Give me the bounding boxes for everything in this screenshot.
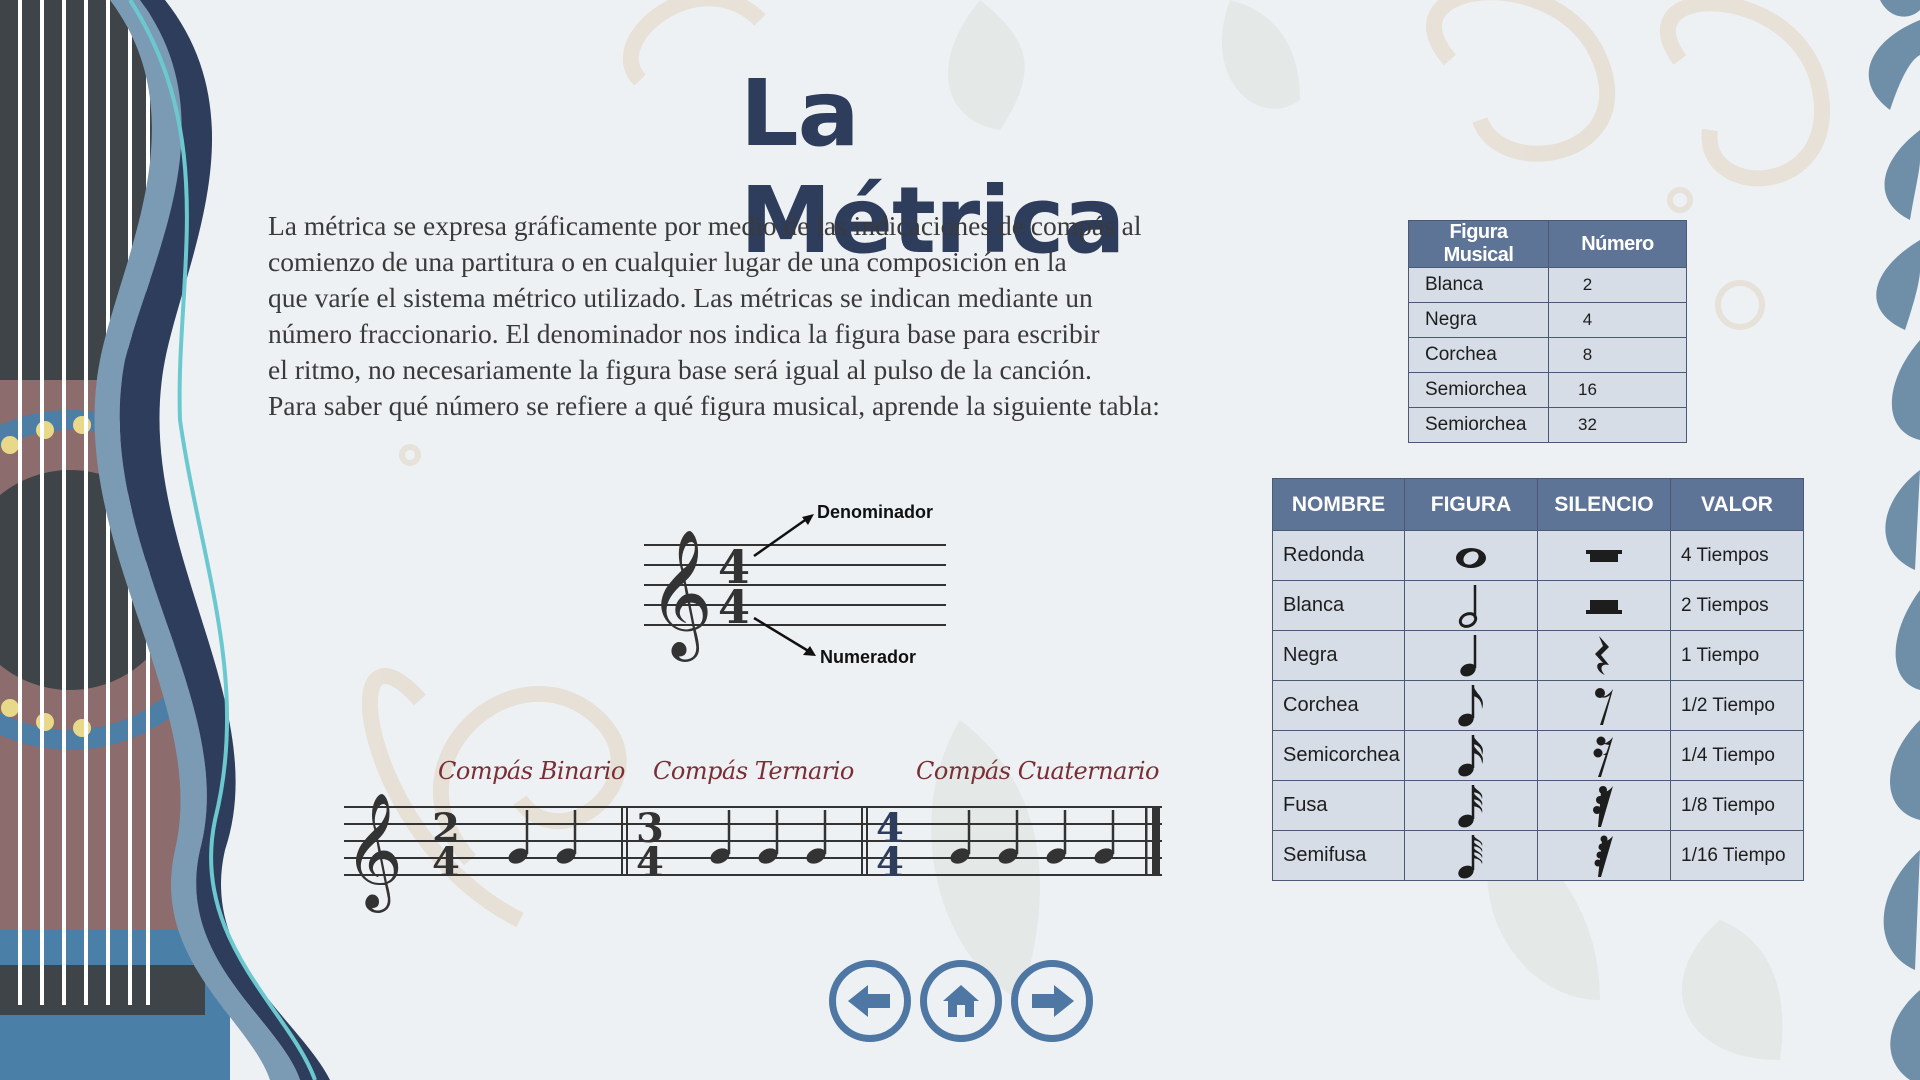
time-signature-diagram: 𝄞 4 4 — [644, 514, 946, 662]
table-row: Redonda 4 Tiempos — [1272, 530, 1804, 581]
next-button[interactable] — [1011, 960, 1093, 1042]
column-header: Número — [1548, 220, 1687, 268]
thirtysecond-rest-icon — [1593, 785, 1613, 827]
intro-line: el ritmo, no necesariamente la figura ba… — [268, 354, 1092, 385]
figure-name-cell: Negra — [1408, 302, 1549, 338]
intro-line: número fraccionario. El denominador nos … — [268, 318, 1100, 349]
note-name-cell: Fusa — [1272, 780, 1405, 831]
table-row: Blanca 2 Tiempos — [1272, 580, 1804, 631]
intro-line: Para saber qué número se refiere a qué f… — [268, 390, 1160, 421]
number-cell: 32 — [1548, 407, 1687, 443]
half-note-icon — [1458, 584, 1478, 628]
previous-button[interactable] — [829, 960, 911, 1042]
value-cell: 1/8 Tiempo — [1670, 780, 1804, 831]
value-cell: 2 Tiempos — [1670, 580, 1804, 631]
table-row: Corchea 8 — [1408, 337, 1687, 373]
note-name-cell: Redonda — [1272, 530, 1405, 581]
note-name-cell: Semifusa — [1272, 830, 1405, 881]
value-cell: 4 Tiempos — [1670, 530, 1804, 581]
number-cell: 4 — [1548, 302, 1687, 338]
figure-number-table: Figura Musical Número Blanca 2 Negra 4 C… — [1408, 220, 1687, 443]
quarter-note-icon — [1460, 634, 1477, 676]
intro-line: que varíe el sistema métrico utilizado. … — [268, 282, 1093, 313]
time-signature-bottom: 4 — [876, 839, 904, 886]
table-row: Semicorchea 1/4 Tiempo — [1272, 730, 1804, 781]
number-cell: 2 — [1548, 267, 1687, 303]
table-row: Negra 4 — [1408, 302, 1687, 338]
table-row: Semifusa 1/16 Tiempo — [1272, 830, 1804, 881]
note-name-cell: Semicorchea — [1272, 730, 1405, 781]
figure-name-cell: Blanca — [1408, 267, 1549, 303]
time-signature-bottom: 4 — [636, 839, 664, 886]
intro-line: La métrica se expresa gráficamente por m… — [268, 210, 1142, 241]
denominator-arrow — [753, 516, 809, 558]
eighth-rest-icon — [1595, 687, 1613, 725]
eighth-note-icon — [1458, 684, 1483, 726]
figure-name-cell: Corchea — [1408, 337, 1549, 373]
value-cell: 1/4 Tiempo — [1670, 730, 1804, 781]
home-button[interactable] — [920, 960, 1002, 1042]
note-name-cell: Negra — [1272, 630, 1405, 681]
value-cell: 1 Tiempo — [1670, 630, 1804, 681]
treble-clef-icon: 𝄞 — [344, 791, 403, 913]
note-values-table: NOMBRE FIGURA SILENCIO VALOR Redonda 4 T… — [1272, 478, 1804, 881]
arrow-left-icon — [848, 985, 890, 1017]
intro-paragraph: La métrica se expresa gráficamente por m… — [268, 208, 1348, 424]
numerator-arrow — [753, 616, 811, 654]
column-header: Figura Musical — [1408, 220, 1549, 268]
table-row: Blanca 2 — [1408, 267, 1687, 303]
sixteenth-note-icon — [1458, 734, 1483, 776]
table-row: Semiorchea 16 — [1408, 372, 1687, 408]
sixtyfourth-note-icon — [1458, 834, 1483, 878]
sixtyfourth-rest-icon — [1594, 835, 1613, 877]
table-row: Semiorchea 32 — [1408, 407, 1687, 443]
treble-clef-icon: 𝄞 — [648, 528, 713, 662]
column-header: SILENCIO — [1537, 478, 1671, 531]
number-cell: 8 — [1548, 337, 1687, 373]
table-row: Negra 1 Tiempo — [1272, 630, 1804, 681]
rhythm-staff: 𝄞 2 4 3 4 4 4 — [344, 791, 1162, 913]
time-signature-bottom: 4 — [718, 580, 750, 634]
table-header-row: NOMBRE FIGURA SILENCIO VALOR — [1272, 478, 1804, 531]
note-name-cell: Corchea — [1272, 680, 1405, 731]
half-rest-icon — [1586, 599, 1622, 614]
quarter-rest-icon — [1595, 635, 1609, 675]
time-signature-bottom: 4 — [432, 839, 460, 886]
column-header: NOMBRE — [1272, 478, 1405, 531]
value-cell: 1/16 Tiempo — [1670, 830, 1804, 881]
note-name-cell: Blanca — [1272, 580, 1405, 631]
denominator-label: Denominador — [817, 502, 934, 522]
whole-note-icon — [1456, 547, 1486, 568]
thirtysecond-note-icon — [1458, 784, 1483, 827]
table-row: Fusa 1/8 Tiempo — [1272, 780, 1804, 831]
figure-name-cell: Semiorchea — [1408, 407, 1549, 443]
column-header: FIGURA — [1404, 478, 1538, 531]
guitar-illustration — [0, 0, 340, 1080]
whole-rest-icon — [1586, 549, 1622, 562]
home-icon — [943, 985, 979, 1017]
number-cell: 16 — [1548, 372, 1687, 408]
table-header-row: Figura Musical Número — [1408, 220, 1687, 268]
final-barline — [1145, 807, 1160, 875]
sixteenth-rest-icon — [1593, 736, 1613, 777]
intro-line: comienzo de una partitura o en cualquier… — [268, 246, 1067, 277]
leaves-decoration — [1868, 0, 1920, 1080]
numerator-label: Numerador — [820, 647, 917, 667]
arrow-right-icon — [1032, 985, 1074, 1017]
value-cell: 1/2 Tiempo — [1670, 680, 1804, 731]
column-header: VALOR — [1670, 478, 1804, 531]
table-row: Corchea 1/2 Tiempo — [1272, 680, 1804, 731]
figure-name-cell: Semiorchea — [1408, 372, 1549, 408]
